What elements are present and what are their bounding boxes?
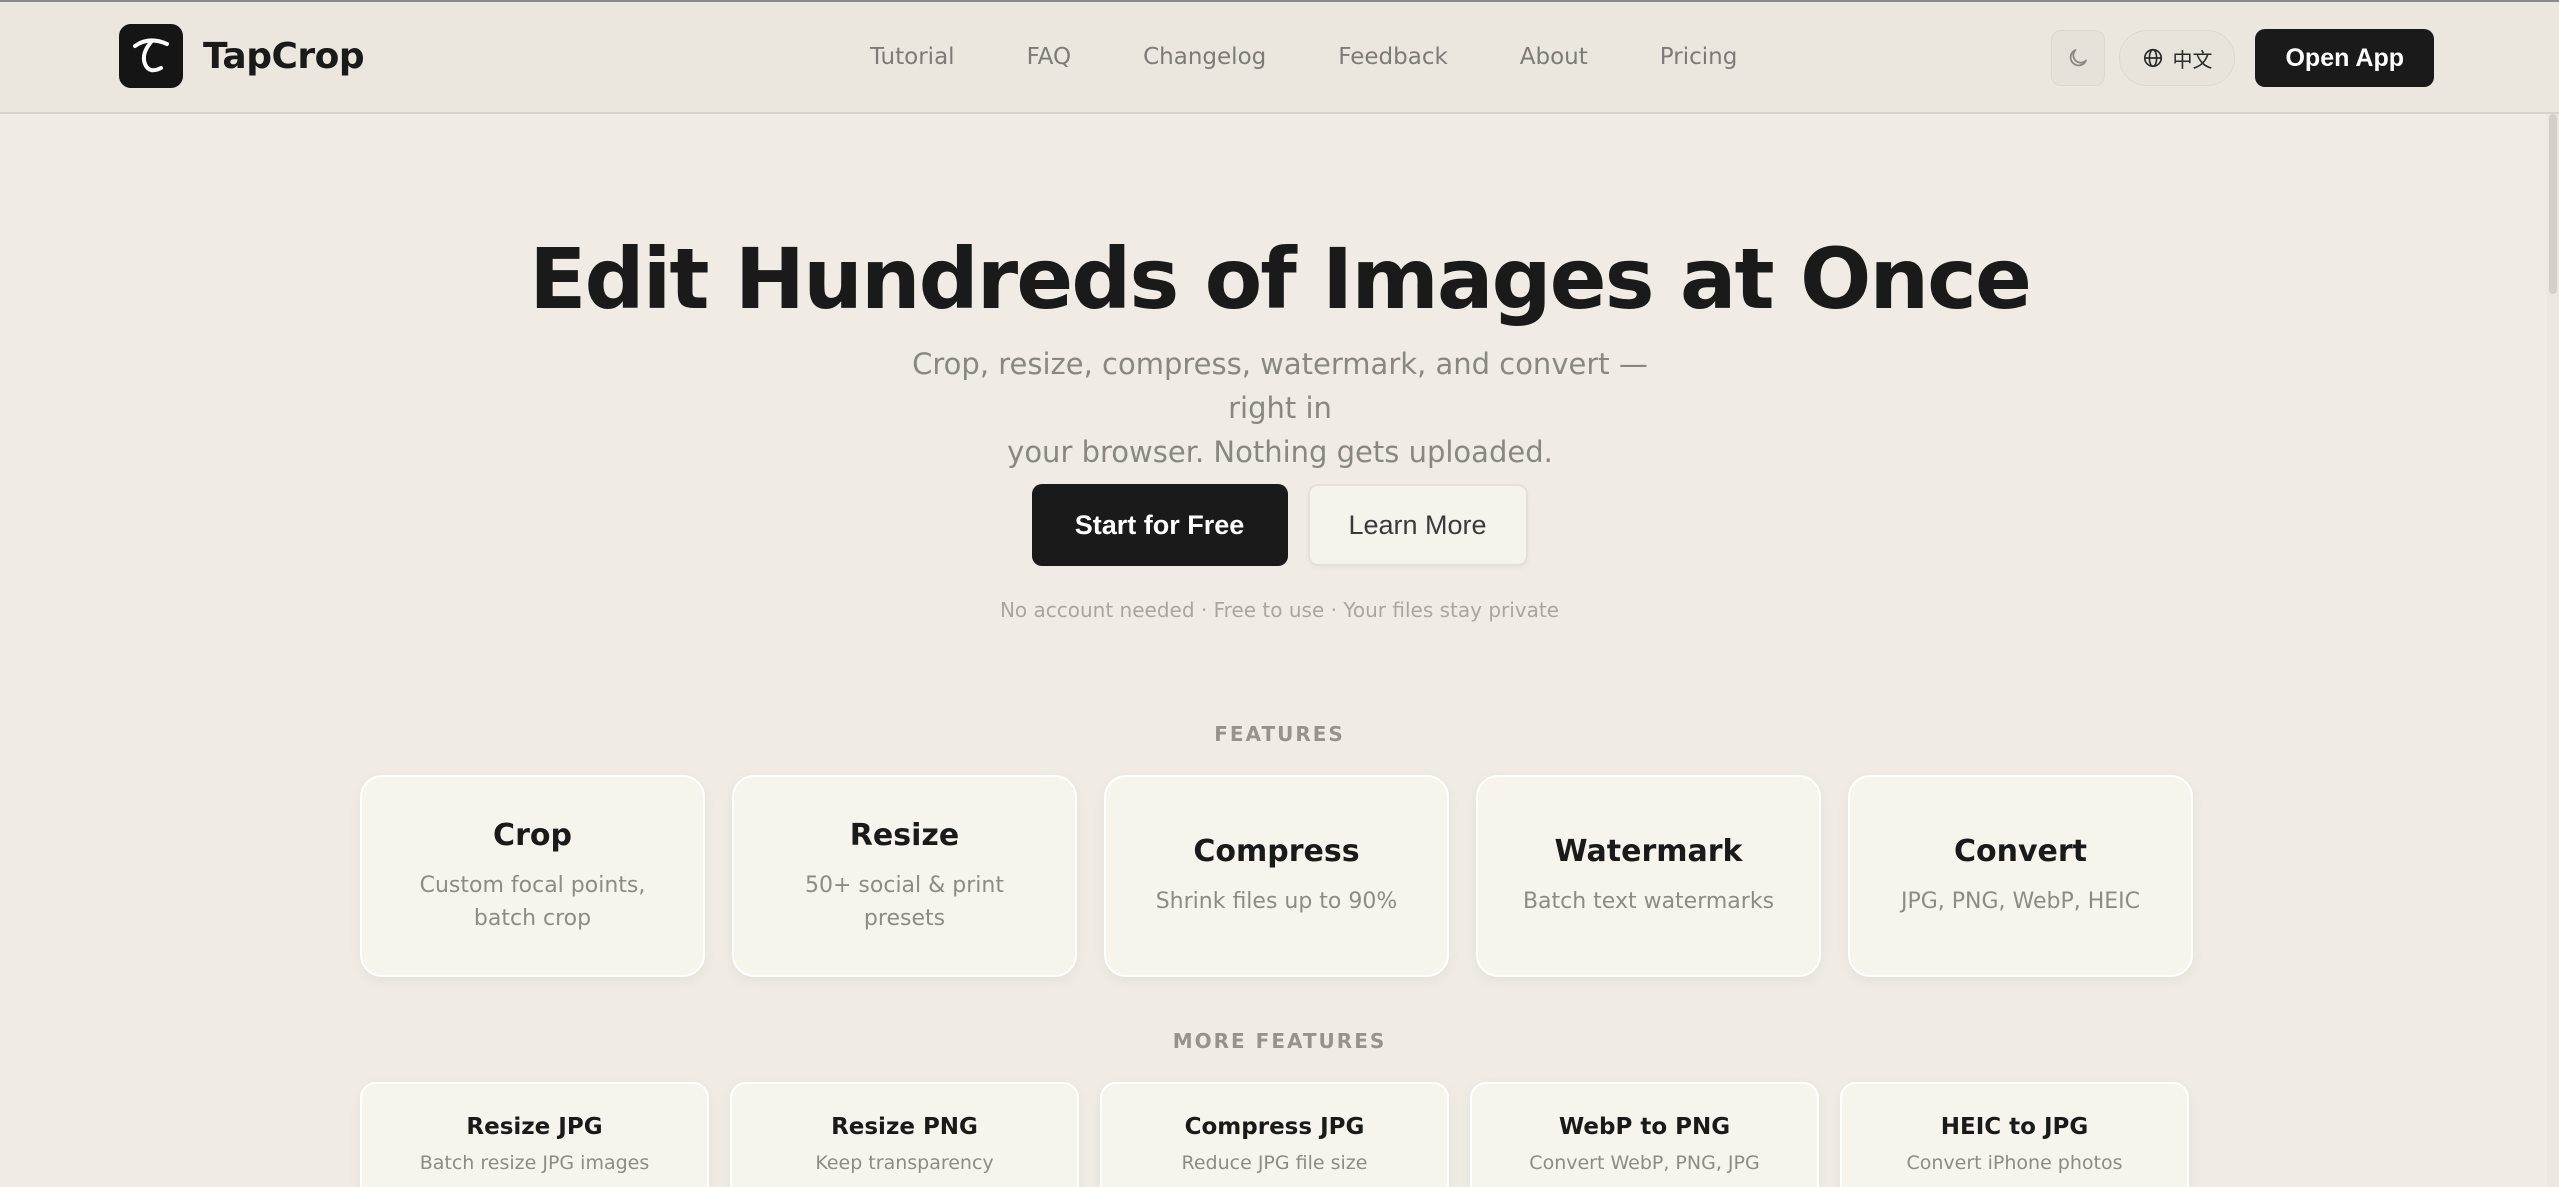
start-for-free-button[interactable]: Start for Free [1031,484,1288,566]
feature-card-title: Compress [1193,834,1360,869]
top-navigation-bar: TapCrop Tutorial FAQ Changelog Feedback … [0,0,2559,114]
nav-tutorial[interactable]: Tutorial [870,44,955,70]
header-actions: 中文 Open App [2051,29,2434,87]
feature-card-desc: Batch text watermarks [1522,889,1775,914]
nav-feedback[interactable]: Feedback [1338,44,1448,70]
hero-cta-row: Start for Free Learn More [0,484,2559,566]
feature-card-title: Watermark [1554,834,1743,869]
brand-name: TapCrop [203,35,365,77]
theme-toggle-button[interactable] [2051,30,2106,86]
hero-subtitle: Crop, resize, compress, watermark, and c… [880,342,1680,474]
more-feature-desc: Keep transparency [815,1152,994,1174]
feature-card-resize[interactable]: Resize 50+ social & print presets [732,775,1077,977]
feature-card-compress[interactable]: Compress Shrink files up to 90% [1104,775,1449,977]
more-feature-desc: Reduce JPG file size [1181,1152,1368,1174]
more-feature-title: Compress JPG [1184,1114,1365,1140]
hero-assurance-text: No account needed · Free to use · Your f… [999,598,1560,622]
tapcrop-logo-icon [119,24,183,88]
feature-card-desc: Custom focal points, batch crop [419,872,646,931]
more-feature-card-webp-to-png[interactable]: WebP to PNG Convert WebP, PNG, JPG [1470,1082,1819,1187]
hero-title: Edit Hundreds of Images at Once [529,230,2032,328]
more-feature-card-resize-jpg[interactable]: Resize JPG Batch resize JPG images [360,1082,709,1187]
more-feature-card-compress-jpg[interactable]: Compress JPG Reduce JPG file size [1100,1082,1449,1187]
more-feature-title: Resize PNG [831,1114,978,1140]
nav-pricing[interactable]: Pricing [1660,44,1738,70]
feature-card-crop[interactable]: Crop Custom focal points, batch crop [360,775,705,977]
feature-card-desc: Shrink files up to 90% [1155,889,1398,914]
more-feature-title: Resize JPG [466,1114,603,1140]
learn-more-button[interactable]: Learn More [1307,484,1528,566]
feature-card-title: Resize [849,817,960,853]
more-features-grid: Resize JPG Batch resize JPG images Resiz… [360,1082,2193,1187]
globe-icon [2144,48,2163,68]
nav-faq[interactable]: FAQ [1027,44,1072,70]
language-switch-button[interactable]: 中文 [2119,30,2236,86]
more-feature-title: WebP to PNG [1558,1114,1731,1140]
hero-subtitle-line-1: Crop, resize, compress, watermark, and c… [912,347,1648,425]
feature-card-desc: 50+ social & print presets [805,872,1004,931]
more-feature-desc: Batch resize JPG images [419,1152,650,1174]
feature-card-desc: JPG, PNG, WebP, HEIC [1900,889,2141,914]
features-section-label: FEATURES [1214,722,1345,746]
feature-card-title: Convert [1953,834,2088,869]
more-feature-card-resize-png[interactable]: Resize PNG Keep transparency [730,1082,1079,1187]
more-features-section-label: MORE FEATURES [1172,1029,1387,1053]
more-feature-card-heic-to-jpg[interactable]: HEIC to JPG Convert iPhone photos [1840,1082,2189,1187]
brand-logo-link[interactable]: TapCrop [119,24,365,88]
main-nav: Tutorial FAQ Changelog Feedback About Pr… [870,2,1737,112]
more-feature-desc: Convert WebP, PNG, JPG [1529,1152,1760,1174]
open-app-button[interactable]: Open App [2255,29,2434,87]
more-feature-title: HEIC to JPG [1940,1114,2089,1140]
feature-card-convert[interactable]: Convert JPG, PNG, WebP, HEIC [1848,775,2193,977]
moon-icon [2070,49,2088,67]
feature-card-title: Crop [493,817,572,853]
features-grid: Crop Custom focal points, batch crop Res… [360,775,2193,977]
nav-about[interactable]: About [1520,44,1588,70]
hero-subtitle-line-2: your browser. Nothing gets uploaded. [1007,435,1553,469]
language-label: 中文 [2172,49,2213,72]
nav-changelog[interactable]: Changelog [1143,44,1266,70]
more-feature-desc: Convert iPhone photos [1906,1152,2123,1174]
feature-card-watermark[interactable]: Watermark Batch text watermarks [1476,775,1821,977]
